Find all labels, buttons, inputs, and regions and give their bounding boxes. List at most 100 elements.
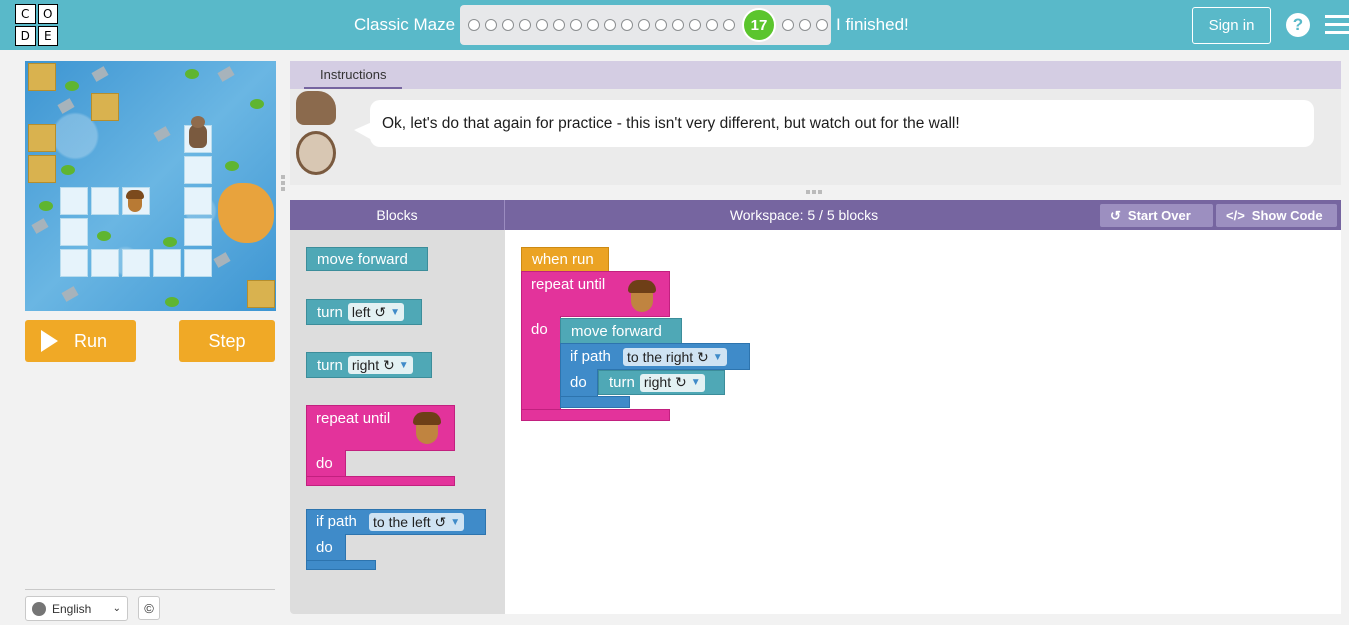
tab-instructions[interactable]: Instructions bbox=[304, 61, 403, 89]
sign-in-button[interactable]: Sign in bbox=[1192, 7, 1271, 44]
start-over-button[interactable]: ↺ Start Over bbox=[1100, 204, 1213, 227]
dropdown-arrow-icon: ▼ bbox=[398, 359, 409, 371]
level-dot[interactable] bbox=[519, 19, 531, 31]
block-label: turn bbox=[317, 356, 343, 374]
level-dot[interactable] bbox=[502, 19, 514, 31]
show-code-button[interactable]: </> Show Code bbox=[1216, 204, 1337, 227]
rock bbox=[61, 286, 79, 302]
level-dot[interactable] bbox=[536, 19, 548, 31]
rock bbox=[153, 126, 171, 142]
workspace-block-count: Workspace: 5 / 5 blocks bbox=[729, 207, 879, 223]
when-run-block[interactable]: when run bbox=[521, 247, 609, 272]
dropdown-value: left ↺ bbox=[351, 303, 387, 320]
program-turn-right-block[interactable]: turn right ↻ ▼ bbox=[598, 370, 725, 395]
path-tile bbox=[184, 249, 212, 277]
path-direction-dropdown[interactable]: to the left ↺ ▼ bbox=[369, 513, 465, 531]
path-tile bbox=[60, 187, 88, 215]
dropdown-arrow-icon: ▼ bbox=[390, 306, 401, 318]
lily-pad bbox=[61, 165, 75, 175]
vertical-resize-handle[interactable] bbox=[281, 175, 285, 195]
island bbox=[218, 183, 274, 243]
dropdown-value: right ↻ bbox=[351, 356, 395, 373]
acorn-goal-icon bbox=[126, 190, 144, 212]
level-dot[interactable] bbox=[655, 19, 667, 31]
path-tile bbox=[122, 249, 150, 277]
level-dot[interactable] bbox=[782, 19, 794, 31]
if-path-block-foot bbox=[306, 560, 376, 570]
turn-right-block[interactable]: turn right ↻ ▼ bbox=[306, 352, 432, 378]
instructions-panel: Ok, let's do that again for practice - t… bbox=[290, 89, 1341, 185]
level-progress-bar: 17 bbox=[460, 5, 831, 45]
level-dot[interactable] bbox=[638, 19, 650, 31]
sand-tile bbox=[28, 155, 56, 183]
start-over-label: Start Over bbox=[1127, 208, 1191, 223]
workspace-header: Blocks Workspace: 5 / 5 blocks ↺ Start O… bbox=[290, 200, 1341, 230]
dropdown-value: to the left ↺ bbox=[373, 513, 447, 530]
block-label: turn bbox=[609, 374, 635, 391]
path-tile bbox=[184, 187, 212, 215]
block-label: repeat until bbox=[531, 276, 606, 293]
i-finished-link[interactable]: I finished! bbox=[836, 15, 909, 35]
block-label: do bbox=[316, 539, 333, 556]
level-title: Classic Maze bbox=[354, 15, 456, 34]
path-tile bbox=[91, 249, 119, 277]
lily-pad bbox=[39, 201, 53, 211]
hamburger-menu-icon[interactable] bbox=[1325, 15, 1349, 35]
step-button[interactable]: Step bbox=[179, 320, 275, 362]
level-dot[interactable] bbox=[706, 19, 718, 31]
acorn-icon bbox=[413, 412, 441, 444]
copyright-button[interactable]: © bbox=[138, 596, 160, 620]
level-dot[interactable] bbox=[723, 19, 735, 31]
run-button[interactable]: Run bbox=[25, 320, 136, 362]
path-tile bbox=[184, 218, 212, 246]
lily-pad bbox=[185, 69, 199, 79]
level-dot[interactable] bbox=[799, 19, 811, 31]
move-forward-block[interactable]: move forward bbox=[306, 247, 428, 271]
turn-left-block[interactable]: turn left ↺ ▼ bbox=[306, 299, 422, 325]
level-dot[interactable] bbox=[570, 19, 582, 31]
rock bbox=[91, 66, 109, 82]
direction-dropdown[interactable]: right ↻ ▼ bbox=[639, 373, 705, 392]
level-dot[interactable] bbox=[621, 19, 633, 31]
logo-letter: O bbox=[37, 4, 58, 24]
program-move-forward-block[interactable]: move forward bbox=[560, 318, 682, 344]
level-dot[interactable] bbox=[604, 19, 616, 31]
squirrel-character bbox=[185, 116, 211, 150]
dropdown-arrow-icon: ▼ bbox=[712, 351, 723, 363]
logo-letter: C bbox=[15, 4, 36, 24]
lily-pad bbox=[97, 231, 111, 241]
instructions-header: Instructions bbox=[290, 61, 1341, 89]
repeat-until-block-foot bbox=[306, 476, 455, 486]
program-repeat-until-foot bbox=[521, 409, 670, 421]
language-value: English bbox=[52, 601, 92, 616]
blocks-label: Blocks bbox=[290, 200, 505, 230]
lily-pad bbox=[163, 237, 177, 247]
direction-dropdown[interactable]: left ↺ ▼ bbox=[347, 303, 405, 321]
level-dot[interactable] bbox=[485, 19, 497, 31]
block-label: if path bbox=[570, 348, 611, 365]
dropdown-arrow-icon: ▼ bbox=[450, 516, 461, 528]
level-dot[interactable] bbox=[553, 19, 565, 31]
direction-dropdown[interactable]: right ↻ ▼ bbox=[347, 356, 413, 374]
globe-icon bbox=[32, 601, 46, 616]
level-dot[interactable] bbox=[816, 19, 828, 31]
block-label: move forward bbox=[317, 250, 408, 268]
current-level-dot[interactable]: 17 bbox=[742, 8, 776, 42]
dropdown-arrow-icon: ▼ bbox=[690, 377, 701, 388]
character-avatar bbox=[292, 91, 338, 179]
rock bbox=[57, 98, 75, 114]
language-select[interactable]: English ⌄ bbox=[25, 596, 128, 621]
path-direction-dropdown[interactable]: to the right ↻ ▼ bbox=[623, 348, 727, 366]
lily-pad bbox=[225, 161, 239, 171]
help-icon[interactable]: ? bbox=[1286, 13, 1310, 37]
lily-pad bbox=[250, 99, 264, 109]
show-code-label: Show Code bbox=[1251, 208, 1323, 223]
level-dot[interactable] bbox=[587, 19, 599, 31]
path-tile bbox=[91, 187, 119, 215]
level-dot[interactable] bbox=[689, 19, 701, 31]
level-dot[interactable] bbox=[672, 19, 684, 31]
program-if-path-foot bbox=[560, 396, 630, 408]
level-dot[interactable] bbox=[468, 19, 480, 31]
code-org-logo[interactable]: C O D E bbox=[15, 4, 58, 46]
resize-handle[interactable] bbox=[806, 190, 826, 196]
